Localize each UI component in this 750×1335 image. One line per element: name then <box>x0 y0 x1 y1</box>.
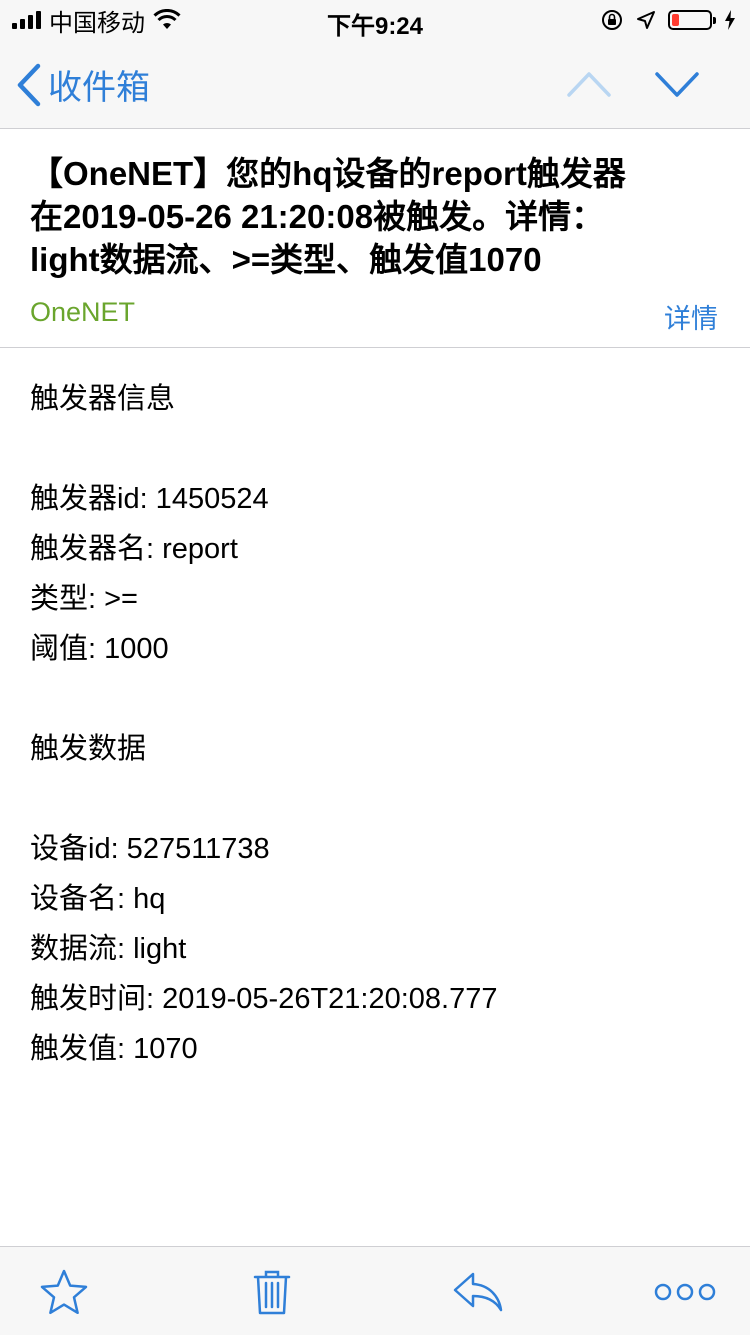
reply-icon <box>453 1272 503 1312</box>
status-bar: 中国移动 下午9:24 <box>0 0 750 40</box>
details-link[interactable]: 详情 <box>664 297 718 336</box>
body-line: 阈值: 1000 <box>30 633 169 665</box>
email-subject: 【OneNET】您的hq设备的report触发器 在2019-05-26 21:… <box>30 152 720 281</box>
body-line <box>30 424 730 474</box>
flag-button[interactable] <box>34 1267 94 1317</box>
battery-icon <box>668 10 716 30</box>
bottom-toolbar <box>0 1246 750 1335</box>
body-line <box>30 674 730 724</box>
sender-name[interactable]: OneNET <box>30 297 135 328</box>
body-line: 触发时间: 2019-05-26T21:20:08.777 <box>30 983 498 1015</box>
orientation-lock-icon <box>602 10 622 30</box>
body-line: 设备id: 527511738 <box>30 833 270 865</box>
more-button[interactable] <box>652 1267 718 1317</box>
body-line: 触发器名: report <box>30 533 238 565</box>
trash-icon <box>253 1270 291 1315</box>
body-line: 触发数据 <box>30 733 147 765</box>
chevron-up-icon[interactable] <box>562 60 616 108</box>
chevron-left-icon <box>17 63 41 106</box>
star-icon <box>40 1269 88 1315</box>
email-body: 触发器信息 触发器id: 1450524 触发器名: report 类型: >=… <box>30 374 730 1074</box>
charging-icon <box>725 10 735 30</box>
body-line: 触发器id: 1450524 <box>30 483 269 515</box>
body-line: 类型: >= <box>30 583 138 615</box>
chevron-down-icon[interactable] <box>650 60 704 108</box>
reply-button[interactable] <box>448 1267 508 1317</box>
back-button[interactable]: 收件箱 <box>16 60 150 109</box>
body-line <box>30 774 730 824</box>
header-divider <box>0 347 750 348</box>
subject-line: 【OneNET】您的hq设备的report触发器 <box>30 155 626 192</box>
delete-button[interactable] <box>242 1267 302 1317</box>
battery-level <box>672 14 679 26</box>
back-label: 收件箱 <box>48 69 150 107</box>
more-icon <box>654 1283 716 1301</box>
subject-line: 在2019-05-26 21:20:08被触发。详情： <box>30 198 605 235</box>
body-line: 触发器信息 <box>30 383 176 415</box>
nav-bar: 收件箱 <box>0 40 750 129</box>
location-icon <box>637 11 655 29</box>
subject-line: light数据流、>=类型、触发值1070 <box>30 241 542 278</box>
body-line: 设备名: hq <box>30 883 166 915</box>
body-line: 触发值: 1070 <box>30 1033 198 1065</box>
status-right <box>600 6 736 34</box>
body-line: 数据流: light <box>30 933 187 965</box>
